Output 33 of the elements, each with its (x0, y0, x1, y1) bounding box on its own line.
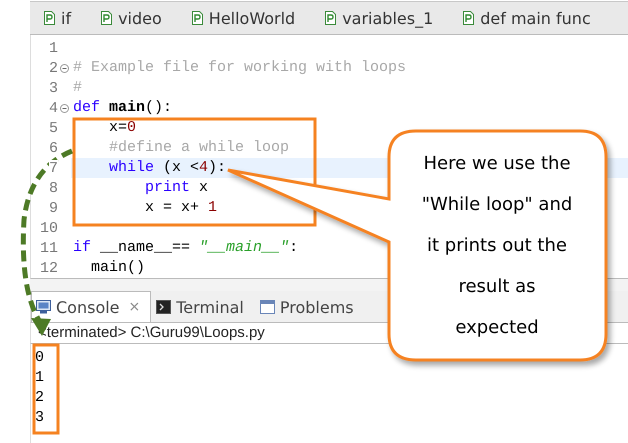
collapse-icon[interactable] (60, 104, 69, 112)
editor-tab[interactable]: if (36, 2, 94, 34)
python-file-icon (192, 11, 203, 25)
code-line: def main(): (73, 98, 172, 118)
editor-tab[interactable]: def main func (455, 2, 613, 34)
editor-tab[interactable]: variables_1 (317, 2, 456, 34)
code-line: # (73, 78, 82, 98)
code-line: x=0 (108, 118, 136, 138)
editor-tab[interactable]: HelloWorld (184, 2, 318, 34)
console-output-line: 2 (35, 388, 44, 408)
console-output-line: 3 (35, 408, 44, 428)
code-line: main() (90, 258, 146, 278)
code-line: print x (144, 178, 208, 198)
terminal-icon (156, 300, 172, 314)
code-line: #define a while loop (108, 138, 290, 158)
code-line: if __name__== "__main__": (73, 238, 298, 258)
code-line: # Example file for working with loops (73, 58, 406, 78)
code-line: while (x <4): (108, 158, 226, 178)
code-line: x = x+ 1 (144, 198, 218, 218)
close-icon[interactable]: × (128, 299, 140, 315)
console-output-line: 0 (35, 348, 44, 368)
python-file-icon (101, 11, 112, 25)
panel-tab[interactable]: Terminal (151, 291, 255, 322)
window-icon (260, 300, 275, 314)
panel-tab[interactable]: Console × (31, 291, 152, 322)
python-file-icon (463, 11, 474, 25)
collapse-icon[interactable] (60, 64, 69, 72)
monitor-icon (36, 300, 51, 314)
python-file-icon (325, 11, 336, 25)
console-output-line: 1 (35, 368, 44, 388)
editor-tab[interactable]: video (93, 2, 184, 34)
panel-tab[interactable]: Problems (254, 291, 365, 322)
python-file-icon (44, 11, 55, 25)
